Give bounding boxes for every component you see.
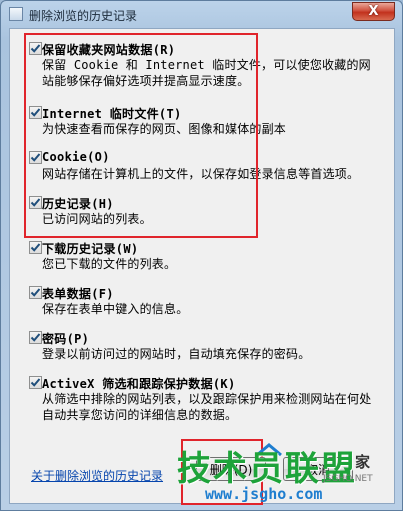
checkmark-icon [30,333,41,342]
option-description: 保存在表单中键入的信息。 [42,302,189,316]
about-history-link[interactable]: 关于删除浏览的历史记录 [31,467,163,484]
checkmark-icon [30,288,41,297]
cancel-button[interactable]: 取消 [283,457,353,481]
ie-window-icon [9,7,23,21]
checkbox-download-history[interactable] [29,241,42,254]
option-title: 下载历史记录(W) [42,242,139,256]
highlight-box-options [24,33,258,238]
option-description: 从筛选中排除的网站列表，以及跟踪保护用来检测网站在何处自动共享您访问的详细信息的… [42,392,372,422]
option-title: 表单数据(F) [42,287,114,301]
checkbox-passwords[interactable] [29,331,42,344]
delete-button[interactable]: 删除(D) [196,457,266,481]
dialog-window: 删除浏览的历史记录 X 保留收藏夹网站数据(R) 保留 Cookie 和 Int… [0,0,403,511]
checkbox-activex-tracking[interactable] [29,376,42,389]
checkmark-icon [30,378,41,387]
checkmark-icon [30,243,41,252]
option-description: 登录以前访问过的网站时，自动填充保存的密码。 [42,347,311,361]
option-title: 密码(P) [42,332,90,346]
title-bar[interactable]: 删除浏览的历史记录 [1,1,402,29]
close-button[interactable]: X [352,2,395,21]
window-title: 删除浏览的历史记录 [29,9,138,23]
option-title: ActiveX 筛选和跟踪保护数据(K) [42,377,236,391]
option-description: 您已下载的文件的列表。 [42,257,177,271]
checkbox-form-data[interactable] [29,286,42,299]
